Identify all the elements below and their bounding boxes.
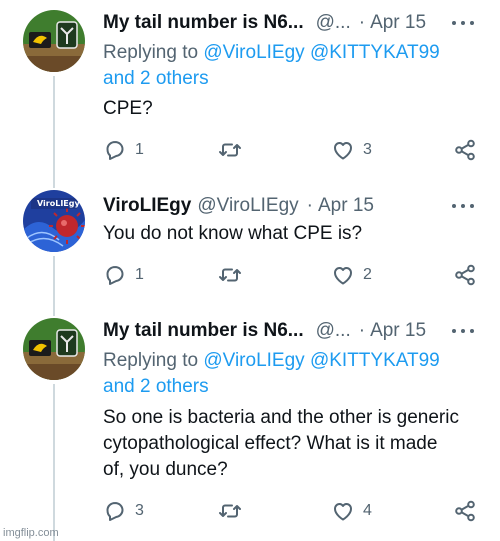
- tweet[interactable]: My tail number is N6... @... · Apr 15 Re…: [0, 310, 500, 541]
- share-button[interactable]: [453, 138, 477, 162]
- reply-count: 3: [135, 502, 144, 519]
- share-button[interactable]: [453, 499, 477, 523]
- tweet-header: My tail number is N6... @... · Apr 15: [103, 10, 486, 36]
- watermark: imgflip.com: [3, 527, 59, 539]
- tweet-text-line: So one is bacteria and the other is gene…: [103, 407, 459, 428]
- action-bar: 3 4: [103, 499, 486, 523]
- replying-to: Replying to @ViroLIEgy @KITTYKAT99 and 2…: [103, 40, 486, 92]
- like-button[interactable]: 4: [331, 499, 372, 523]
- more-icon[interactable]: [452, 193, 474, 219]
- more-icon[interactable]: [452, 10, 474, 36]
- avatar[interactable]: [23, 10, 85, 72]
- tweet-text: So one is bacteria and the other is gene…: [103, 405, 486, 483]
- replying-to-label: Replying to: [103, 350, 199, 371]
- mention-link[interactable]: @KITTYKAT99: [310, 350, 440, 371]
- retweet-icon: [219, 143, 241, 157]
- like-button[interactable]: 3: [331, 138, 372, 162]
- separator: ·: [358, 320, 366, 341]
- like-icon: [334, 503, 352, 521]
- share-icon: [455, 500, 475, 522]
- share-button[interactable]: [453, 263, 477, 287]
- reply-icon: [106, 266, 124, 285]
- like-count: 4: [363, 502, 372, 519]
- reply-count: 1: [135, 266, 144, 283]
- tweet-text-line: cytopathological effect? What is it made: [103, 433, 438, 454]
- action-bar: 1 3: [103, 138, 486, 162]
- avatar-image: [23, 318, 85, 380]
- tweet-text-line: of, you dunce?: [103, 459, 228, 480]
- display-name[interactable]: ViroLIEgy: [103, 195, 191, 217]
- like-icon: [334, 142, 352, 160]
- tweet-header: My tail number is N6... @... · Apr 15: [103, 318, 486, 344]
- reply-button[interactable]: 1: [103, 263, 144, 287]
- handle[interactable]: @...: [316, 320, 351, 342]
- retweet-icon: [219, 504, 241, 518]
- like-icon: [334, 267, 352, 285]
- avatar-label: ViroLIEgy: [37, 199, 80, 208]
- mention-link[interactable]: @KITTYKAT99: [310, 42, 440, 63]
- retweet-icon: [219, 268, 241, 282]
- share-icon: [455, 264, 475, 286]
- avatar[interactable]: [23, 318, 85, 380]
- tweet[interactable]: ViroLIEgy ViroLIEgy @ViroLIEgy · Apr 15 …: [0, 185, 500, 305]
- separator: ·: [358, 12, 366, 33]
- mention-link[interactable]: @ViroLIEgy: [203, 350, 304, 371]
- like-count: 3: [363, 141, 372, 158]
- replying-to: Replying to @ViroLIEgy @KITTYKAT99 and 2…: [103, 348, 486, 400]
- action-bar: 1 2: [103, 263, 486, 287]
- display-name[interactable]: My tail number is N6...: [103, 320, 304, 342]
- retweet-button[interactable]: [218, 138, 250, 162]
- handle[interactable]: @...: [316, 12, 351, 34]
- separator: ·: [306, 195, 313, 216]
- like-count: 2: [363, 266, 372, 283]
- timestamp[interactable]: Apr 15: [318, 195, 374, 217]
- reply-count: 1: [135, 141, 144, 158]
- replying-to-label: Replying to: [103, 42, 199, 63]
- tweet[interactable]: My tail number is N6... @... · Apr 15 Re…: [0, 0, 500, 180]
- retweet-button[interactable]: [218, 263, 250, 287]
- like-button[interactable]: 2: [331, 263, 372, 287]
- reply-icon: [106, 502, 124, 521]
- avatar-image: [23, 10, 85, 72]
- others-link[interactable]: and 2 others: [103, 376, 209, 397]
- retweet-button[interactable]: [218, 499, 250, 523]
- reply-button[interactable]: 1: [103, 138, 144, 162]
- timestamp[interactable]: Apr 15: [370, 12, 426, 34]
- handle[interactable]: @ViroLIEgy: [197, 195, 298, 217]
- share-icon: [455, 139, 475, 161]
- timestamp[interactable]: Apr 15: [370, 320, 426, 342]
- tweet-text: You do not know what CPE is?: [103, 223, 363, 244]
- tweet-header: ViroLIEgy @ViroLIEgy · Apr 15: [103, 193, 486, 219]
- more-icon[interactable]: [452, 318, 474, 344]
- reply-icon: [106, 141, 124, 160]
- others-link[interactable]: and 2 others: [103, 68, 209, 89]
- avatar[interactable]: ViroLIEgy: [23, 190, 85, 252]
- tweet-text: CPE?: [103, 98, 153, 119]
- reply-button[interactable]: 3: [103, 499, 144, 523]
- display-name[interactable]: My tail number is N6...: [103, 12, 304, 34]
- mention-link[interactable]: @ViroLIEgy: [203, 42, 304, 63]
